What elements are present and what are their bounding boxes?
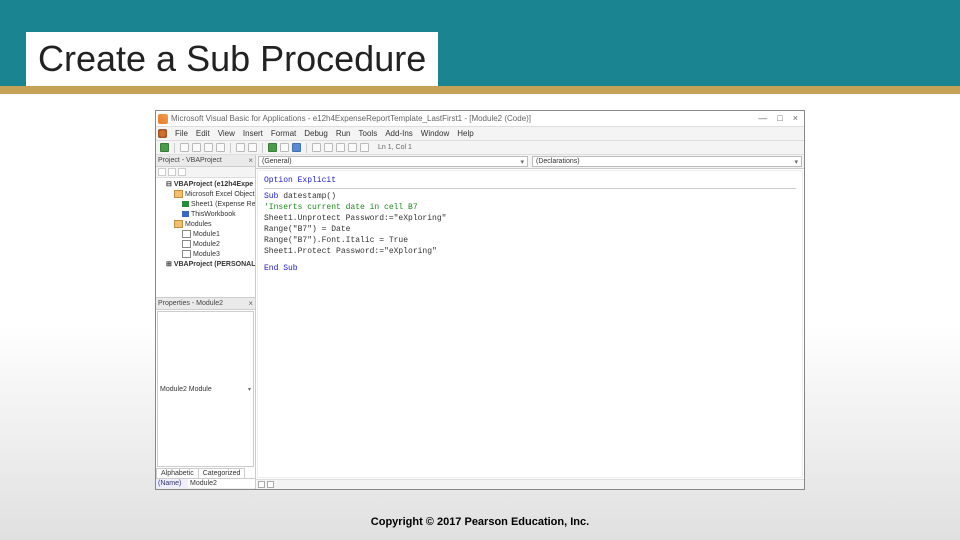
cut-icon[interactable]: [192, 143, 201, 152]
code-keyword: End Sub: [264, 264, 298, 273]
view-code-icon[interactable]: [158, 168, 166, 176]
vba-app-icon: [158, 114, 168, 124]
code-footer: [256, 479, 804, 489]
toolbar-sep: [306, 143, 307, 153]
paste-icon[interactable]: [216, 143, 225, 152]
module3-node[interactable]: Module3: [158, 250, 253, 260]
code-line: Sheet1.Protect Password:="eXploring": [264, 246, 796, 257]
project-panel-title: Project - VBAProject: [158, 157, 222, 164]
module-combo[interactable]: Module2 Module: [157, 311, 254, 467]
project-panel-header: Project - VBAProject ×: [156, 155, 255, 167]
close-panel-icon[interactable]: ×: [248, 156, 253, 165]
close-icon[interactable]: ×: [793, 114, 798, 123]
tab-categorized[interactable]: Categorized: [198, 468, 246, 478]
maximize-icon[interactable]: □: [777, 114, 782, 123]
toolbar-sep: [262, 143, 263, 153]
project-tree[interactable]: ⊟ VBAProject (e12h4Expe Microsoft Excel …: [156, 178, 255, 298]
accent-bar: [0, 86, 960, 94]
menu-file[interactable]: File: [175, 129, 188, 138]
code-line: Option Explicit: [264, 176, 336, 185]
object-browser-icon[interactable]: [348, 143, 357, 152]
save-icon[interactable]: [180, 143, 189, 152]
view-excel-icon[interactable]: [160, 143, 169, 152]
menu-view[interactable]: View: [218, 129, 235, 138]
object-combo[interactable]: (General): [258, 156, 528, 167]
project-explorer-icon[interactable]: [324, 143, 333, 152]
properties-panel-title: Properties - Module2: [158, 300, 223, 307]
menu-tools[interactable]: Tools: [359, 129, 378, 138]
project-panel-toolbar: [156, 167, 255, 178]
module2-node[interactable]: Module2: [158, 240, 253, 250]
close-panel-icon[interactable]: ×: [248, 299, 253, 308]
code-text: datestamp(): [278, 192, 336, 201]
personal-project[interactable]: ⊞ VBAProject (PERSONAL.: [158, 260, 253, 270]
module1-node[interactable]: Module1: [158, 230, 253, 240]
code-line: Sheet1.Unprotect Password:="eXploring": [264, 213, 796, 224]
menu-help[interactable]: Help: [457, 129, 473, 138]
standard-toolbar: Ln 1, Col 1: [156, 141, 804, 155]
cursor-position: Ln 1, Col 1: [378, 144, 412, 151]
menu-format[interactable]: Format: [271, 129, 296, 138]
main-area: Project - VBAProject × ⊟ VBAProject (e12…: [156, 155, 804, 489]
code-editor[interactable]: Option Explicit Sub datestamp() 'Inserts…: [257, 170, 803, 478]
slide-title: Create a Sub Procedure: [26, 32, 438, 86]
modules-folder[interactable]: Modules: [158, 220, 253, 230]
project-root[interactable]: ⊟ VBAProject (e12h4Expe: [158, 180, 253, 190]
menu-insert[interactable]: Insert: [243, 129, 263, 138]
workbook-node[interactable]: ThisWorkbook: [158, 210, 253, 220]
code-comment: 'Inserts current date in cell B7: [264, 202, 796, 213]
excel-objects-folder[interactable]: Microsoft Excel Objects: [158, 190, 253, 200]
properties-panel: Module2 Module Alphabetic Categorized (N…: [156, 310, 255, 489]
vba-window: Microsoft Visual Basic for Applications …: [155, 110, 805, 490]
redo-icon[interactable]: [248, 143, 257, 152]
minimize-icon[interactable]: —: [758, 114, 767, 123]
menu-window[interactable]: Window: [421, 129, 449, 138]
menu-run[interactable]: Run: [336, 129, 351, 138]
code-combo-row: (General) (Declarations): [256, 155, 804, 169]
full-module-view-icon[interactable]: [267, 481, 274, 488]
excel-host-icon[interactable]: [158, 129, 167, 138]
properties-panel-header: Properties - Module2 ×: [156, 298, 255, 310]
property-key: (Name): [156, 479, 188, 488]
reset-icon[interactable]: [292, 143, 301, 152]
toolbar-sep: [174, 143, 175, 153]
tab-alphabetic[interactable]: Alphabetic: [156, 468, 199, 478]
code-editor-area: (General) (Declarations) Option Explicit…: [256, 155, 804, 489]
menubar: File Edit View Insert Format Debug Run T…: [156, 127, 804, 141]
slide-header: Create a Sub Procedure: [0, 0, 960, 86]
undo-icon[interactable]: [236, 143, 245, 152]
titlebar: Microsoft Visual Basic for Applications …: [156, 111, 804, 127]
properties-icon[interactable]: [336, 143, 345, 152]
code-line: Range("B7") = Date: [264, 224, 796, 235]
code-keyword: Sub: [264, 192, 278, 201]
copyright-text: Copyright © 2017 Pearson Education, Inc.: [0, 516, 960, 528]
property-value[interactable]: Module2: [188, 479, 255, 488]
code-line: Range("B7").Font.Italic = True: [264, 235, 796, 246]
toggle-folders-icon[interactable]: [178, 168, 186, 176]
left-column: Project - VBAProject × ⊟ VBAProject (e12…: [156, 155, 256, 489]
properties-tabs: Alphabetic Categorized: [156, 468, 255, 479]
run-icon[interactable]: [268, 143, 277, 152]
design-mode-icon[interactable]: [312, 143, 321, 152]
menu-debug[interactable]: Debug: [304, 129, 328, 138]
menu-addins[interactable]: Add-Ins: [385, 129, 413, 138]
copy-icon[interactable]: [204, 143, 213, 152]
window-controls: — □ ×: [758, 114, 802, 123]
property-row-name[interactable]: (Name) Module2: [156, 479, 255, 489]
procedure-combo[interactable]: (Declarations): [532, 156, 802, 167]
procedure-view-icon[interactable]: [258, 481, 265, 488]
break-icon[interactable]: [280, 143, 289, 152]
view-object-icon[interactable]: [168, 168, 176, 176]
toolbox-icon[interactable]: [360, 143, 369, 152]
window-title: Microsoft Visual Basic for Applications …: [171, 114, 758, 123]
code-divider: [264, 188, 796, 189]
sheet-node[interactable]: Sheet1 (Expense Re: [158, 200, 253, 210]
toolbar-sep: [230, 143, 231, 153]
menu-edit[interactable]: Edit: [196, 129, 210, 138]
